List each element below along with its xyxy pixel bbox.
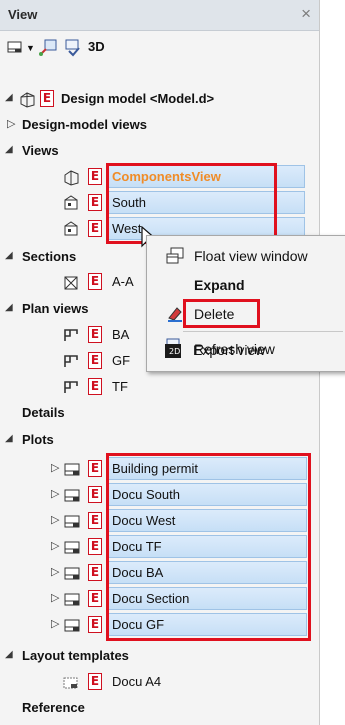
reference-label: Reference [22, 700, 85, 715]
3d-view-icon [64, 170, 79, 186]
e-icon: E [88, 220, 102, 237]
delete-selection-outline [183, 299, 260, 328]
menu-item-label: Export view [193, 342, 266, 358]
e-icon: E [88, 486, 102, 503]
e-icon: E [88, 538, 102, 555]
expanded-triangle-icon[interactable]: ◢ [5, 144, 17, 156]
plot-icon [64, 463, 80, 476]
collapsed-triangle-icon[interactable]: ▷ [51, 592, 63, 604]
section-view-icon [64, 276, 78, 290]
new-plot-icon[interactable] [7, 39, 23, 58]
e-icon: E [88, 194, 102, 211]
tree-root[interactable]: ◢ E Design model <Model.d> [0, 86, 319, 112]
expanded-triangle-icon[interactable]: ◢ [5, 433, 17, 445]
e-icon: E [88, 564, 102, 581]
floor-plan-icon [64, 329, 78, 341]
e-icon: E [88, 168, 102, 185]
views-selection-outline [106, 163, 277, 244]
tree-plots-group[interactable]: ◢ Plots [0, 427, 319, 453]
collapsed-triangle-icon[interactable]: ▷ [51, 618, 63, 630]
design-model-icon [20, 92, 35, 108]
elevation-view-icon [64, 221, 78, 236]
insert-view-icon[interactable] [38, 39, 58, 60]
sections-label: Sections [22, 249, 77, 264]
e-icon: E [88, 326, 102, 343]
dropdown-arrow-icon[interactable]: ▼ [26, 43, 35, 53]
plan-item-label: GF [112, 353, 131, 368]
plot-icon [64, 593, 80, 606]
tree-reference[interactable]: Reference [0, 695, 319, 721]
eraser-delete-icon [168, 307, 182, 322]
plot-icon [64, 515, 80, 528]
layout-template-icon [63, 677, 78, 689]
e-icon: E [88, 352, 102, 369]
collapsed-triangle-icon[interactable]: ▷ [51, 462, 63, 474]
plan-item-label: TF [112, 379, 128, 394]
export-view-icon: 2D [165, 344, 181, 358]
tree-design-model-views[interactable]: ▷ Design-model views [0, 112, 319, 138]
plots-label: Plots [22, 432, 54, 447]
tree-details[interactable]: Details [0, 400, 319, 426]
expanded-triangle-icon[interactable]: ◢ [5, 92, 17, 104]
plot-icon [64, 619, 80, 632]
floor-plan-icon [64, 381, 78, 393]
e-icon: E [88, 616, 102, 633]
expanded-triangle-icon[interactable]: ◢ [5, 649, 17, 661]
menu-item-float-view-window[interactable]: Float view window [147, 242, 345, 270]
plot-icon [64, 541, 80, 554]
svg-text:2D: 2D [169, 347, 180, 356]
views-label: Views [22, 143, 59, 158]
float-window-icon [166, 247, 184, 264]
collapsed-triangle-icon[interactable]: ▷ [51, 488, 63, 500]
plot-icon [64, 567, 80, 580]
menu-separator [183, 331, 343, 332]
tree-views-group[interactable]: ◢ Views [0, 138, 319, 164]
design-model-views-label: Design-model views [22, 117, 147, 132]
collapsed-triangle-icon[interactable]: ▷ [51, 566, 63, 578]
tree-plan-item[interactable]: E TF [0, 374, 319, 400]
tree-layout-template-item[interactable]: E Docu A4 [0, 669, 319, 695]
menu-item-expand[interactable]: Expand [147, 271, 345, 299]
plots-selection-outline [106, 453, 311, 641]
e-icon: E [88, 590, 102, 607]
toolbar: ▼ 3D [0, 33, 319, 63]
plot-icon [64, 489, 80, 502]
panel-title: View [8, 7, 38, 22]
collapsed-triangle-icon[interactable]: ▷ [51, 540, 63, 552]
e-icon: E [40, 90, 54, 107]
plan-item-label: BA [112, 327, 130, 342]
e-icon: E [88, 460, 102, 477]
floor-plan-icon [64, 355, 78, 367]
e-icon: E [88, 273, 102, 290]
close-icon[interactable]: × [301, 4, 311, 24]
panel-titlebar: View × [0, 0, 319, 31]
expanded-triangle-icon[interactable]: ◢ [5, 250, 17, 262]
menu-item-export-view[interactable]: 2D Export view [146, 336, 345, 366]
section-item-label: A-A [112, 274, 134, 289]
collapsed-triangle-icon[interactable]: ▷ [7, 118, 19, 130]
layout-templates-label: Layout templates [22, 648, 129, 663]
menu-item-label: Expand [194, 277, 245, 293]
e-icon: E [88, 673, 102, 690]
collapsed-triangle-icon[interactable]: ▷ [51, 514, 63, 526]
expanded-triangle-icon[interactable]: ◢ [5, 302, 17, 314]
tree-layout-templates-group[interactable]: ◢ Layout templates [0, 643, 319, 669]
e-icon: E [88, 512, 102, 529]
e-icon: E [88, 378, 102, 395]
elevation-view-icon [64, 195, 78, 210]
tree-root-label: Design model <Model.d> [61, 91, 215, 106]
plan-views-label: Plan views [22, 301, 89, 316]
menu-item-label: Float view window [194, 248, 308, 264]
3d-mode-button[interactable]: 3D [88, 39, 105, 54]
refresh-view-icon[interactable] [64, 39, 82, 60]
layout-template-label: Docu A4 [112, 674, 162, 689]
details-label: Details [22, 405, 65, 420]
